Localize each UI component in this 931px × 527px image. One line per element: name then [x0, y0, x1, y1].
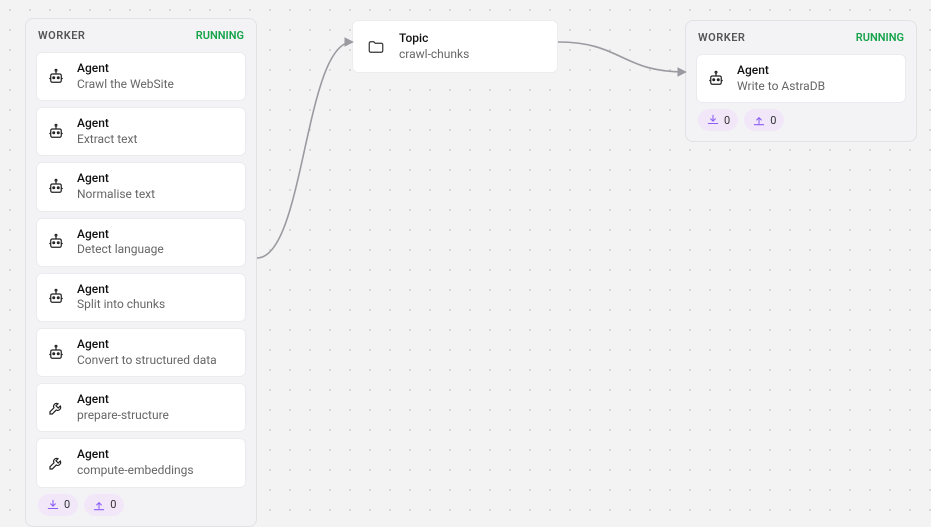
robot-icon: [47, 178, 65, 196]
worker-title: WORKER: [698, 31, 745, 44]
agent-name-label: Extract text: [77, 132, 137, 148]
agent-type-label: Agent: [77, 227, 164, 243]
output-count-pill[interactable]: 0: [744, 109, 784, 131]
robot-icon: [47, 68, 65, 86]
worker-header: WORKER RUNNING: [36, 29, 246, 46]
input-count: 0: [724, 114, 730, 127]
agent-type-label: Agent: [77, 116, 137, 132]
agent-card[interactable]: AgentCrawl the WebSite: [36, 52, 246, 101]
topic-node[interactable]: Topiccrawl-chunks: [352, 20, 558, 73]
edge: [257, 42, 352, 258]
robot-icon: [47, 123, 65, 141]
topic-name-label: crawl-chunks: [399, 47, 469, 63]
agent-name-label: Convert to structured data: [77, 353, 217, 369]
worker-title: WORKER: [38, 29, 85, 42]
agent-name-label: Split into chunks: [77, 297, 165, 313]
input-count-pill[interactable]: 0: [698, 109, 738, 131]
robot-icon: [47, 233, 65, 251]
worker-node[interactable]: WORKERRUNNINGAgentCrawl the WebSiteAgent…: [25, 18, 257, 527]
worker-node[interactable]: WORKERRUNNINGAgentWrite to AstraDB00: [685, 20, 917, 142]
agent-name-label: Crawl the WebSite: [77, 77, 174, 93]
agent-card[interactable]: AgentNormalise text: [36, 162, 246, 211]
folder-icon: [367, 38, 385, 56]
io-row: 00: [696, 109, 906, 131]
agent-name-label: compute-embeddings: [77, 463, 194, 479]
wrench-icon: [47, 454, 65, 472]
topic-type-label: Topic: [399, 31, 469, 47]
input-count: 0: [64, 498, 70, 511]
agent-card[interactable]: AgentWrite to AstraDB: [696, 54, 906, 103]
agent-type-label: Agent: [77, 337, 217, 353]
agent-card[interactable]: AgentSplit into chunks: [36, 273, 246, 322]
agent-type-label: Agent: [77, 171, 155, 187]
agent-type-label: Agent: [77, 282, 165, 298]
status-badge: RUNNING: [856, 31, 904, 44]
robot-icon: [47, 288, 65, 306]
agent-name-label: Normalise text: [77, 187, 155, 203]
edge: [558, 42, 685, 72]
agent-type-label: Agent: [77, 392, 169, 408]
agent-type-label: Agent: [77, 447, 194, 463]
robot-icon: [47, 344, 65, 362]
io-row: 00: [36, 494, 246, 516]
output-count: 0: [770, 114, 776, 127]
robot-icon: [707, 70, 725, 88]
agent-name-label: prepare-structure: [77, 408, 169, 424]
agent-card[interactable]: AgentExtract text: [36, 107, 246, 156]
status-badge: RUNNING: [196, 29, 244, 42]
agent-card[interactable]: AgentDetect language: [36, 218, 246, 267]
agent-type-label: Agent: [737, 63, 825, 79]
wrench-icon: [47, 399, 65, 417]
output-count: 0: [110, 498, 116, 511]
agent-card[interactable]: Agentcompute-embeddings: [36, 438, 246, 487]
agent-name-label: Detect language: [77, 242, 164, 258]
input-count-pill[interactable]: 0: [38, 494, 78, 516]
output-count-pill[interactable]: 0: [84, 494, 124, 516]
worker-header: WORKER RUNNING: [696, 31, 906, 48]
agent-name-label: Write to AstraDB: [737, 79, 825, 95]
agent-card[interactable]: Agentprepare-structure: [36, 383, 246, 432]
agent-type-label: Agent: [77, 61, 174, 77]
agent-card[interactable]: AgentConvert to structured data: [36, 328, 246, 377]
